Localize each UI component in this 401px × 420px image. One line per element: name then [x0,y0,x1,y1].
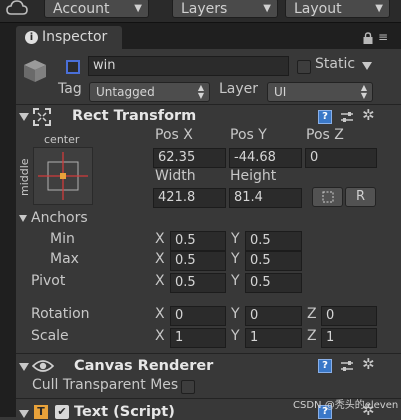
gear-icon[interactable]: ✲ [362,355,375,373]
max-x-field[interactable]: 0.5 [170,251,226,271]
info-icon: i [25,31,38,44]
pivot-x-field[interactable]: 0.5 [170,273,226,293]
pos-y-field[interactable]: -44.68 [229,148,302,168]
pivot-x-axis: X [155,273,165,289]
pos-y-label: Pos Y [230,127,267,143]
anchor-preset-icon [38,152,88,200]
rot-x-axis: X [155,306,165,322]
tag-dropdown[interactable]: Untagged ▲ ▼ [89,82,210,102]
canvas-renderer-title: Canvas Renderer [74,358,214,374]
text-script-title: Text (Script) [74,404,175,420]
width-field[interactable]: 421.8 [153,188,226,208]
lock-icon[interactable] [362,32,374,44]
layout-dropdown[interactable]: Layout ▼ [285,0,390,18]
min-x-field[interactable]: 0.5 [170,231,226,251]
foldout-arrow-icon[interactable] [19,363,29,371]
gameobject-cube-icon [24,60,46,82]
cloud-icon[interactable] [6,0,28,17]
help-icon[interactable]: ? [318,110,332,124]
preset-sliders-icon[interactable] [340,110,354,124]
chevron-down-icon[interactable] [362,62,372,70]
foldout-arrow-icon[interactable] [19,113,29,121]
anchors-foldout-icon[interactable] [19,215,27,222]
account-label: Account [53,1,110,17]
rect-transform-title: Rect Transform [72,108,197,124]
tab-inspector-label: Inspector [42,29,108,45]
tag-value: Untagged [96,85,155,99]
menu-icon[interactable]: ≡ [378,30,388,44]
scale-z-axis: Z [307,328,317,344]
layer-value: UI [274,85,287,99]
scale-label: Scale [31,328,69,344]
scale-x-axis: X [155,328,165,344]
rect-transform-icon [33,108,51,126]
layers-label: Layers [181,1,228,17]
static-checkbox[interactable] [297,60,311,74]
watermark: CSDN @秃头的eleven [293,400,399,411]
static-label: Static [315,56,356,72]
anchor-top-label: center [44,133,80,146]
max-y-axis: Y [231,251,240,267]
layer-label: Layer [219,81,259,97]
updown-arrows-icon: ▲ ▼ [197,83,204,100]
scale-x-field[interactable]: 1 [170,328,226,348]
layers-dropdown[interactable]: Layers ▼ [172,0,278,18]
divider [16,104,401,105]
scale-y-axis: Y [231,328,240,344]
rot-y-axis: Y [231,306,240,322]
left-dock-edge [0,48,16,417]
blueprint-mode-button[interactable] [312,187,343,207]
eye-icon [32,360,54,372]
scale-y-field[interactable]: 1 [245,328,302,348]
height-label: Height [230,168,277,184]
rotation-x-field[interactable]: 0 [170,306,226,326]
rotation-label: Rotation [31,306,90,322]
cull-transparent-label: Cull Transparent Mes [32,377,179,393]
raw-edit-button[interactable]: R [345,187,376,207]
max-y-field[interactable]: 0.5 [245,251,302,271]
width-label: Width [155,168,196,184]
account-dropdown[interactable]: Account ▼ [44,0,149,18]
height-field[interactable]: 81.4 [229,188,302,208]
preset-sliders-icon[interactable] [340,359,354,373]
active-checkbox[interactable] [66,60,80,74]
tab-inspector[interactable]: i Inspector [16,26,122,49]
pivot-label: Pivot [31,273,66,289]
min-label: Min [50,231,75,247]
min-y-axis: Y [231,231,240,247]
layout-label: Layout [294,1,342,17]
max-label: Max [50,251,79,267]
dashed-rect-icon [322,191,333,203]
pos-z-label: Pos Z [306,127,344,143]
tag-label: Tag [58,81,82,97]
rot-z-axis: Z [307,306,317,322]
cull-transparent-checkbox[interactable] [181,380,195,394]
help-icon[interactable]: ? [318,359,332,373]
max-x-axis: X [155,251,165,267]
divider [16,353,401,354]
scale-z-field[interactable]: 1 [321,328,377,348]
anchors-label: Anchors [31,210,88,226]
min-x-axis: X [155,231,165,247]
pos-x-label: Pos X [155,127,193,143]
pos-z-field[interactable]: 0 [305,148,377,168]
pivot-y-axis: Y [231,273,240,289]
min-y-field[interactable]: 0.5 [245,231,302,251]
rotation-z-field[interactable]: 0 [321,306,377,326]
object-name-field[interactable]: win [88,56,289,76]
rotation-y-field[interactable]: 0 [245,306,302,326]
updown-arrows-icon: ▲ ▼ [360,83,367,100]
gear-icon[interactable]: ✲ [362,106,375,124]
pivot-y-field[interactable]: 0.5 [245,273,302,293]
pos-x-field[interactable]: 62.35 [153,148,226,168]
chevron-down-icon: ▼ [375,3,383,14]
chevron-down-icon: ▼ [134,3,142,14]
anchor-presets-button[interactable] [33,147,93,205]
anchor-side-label: middle [18,158,31,196]
chevron-down-icon: ▼ [263,3,271,14]
layer-dropdown[interactable]: UI ▲ ▼ [267,82,373,102]
